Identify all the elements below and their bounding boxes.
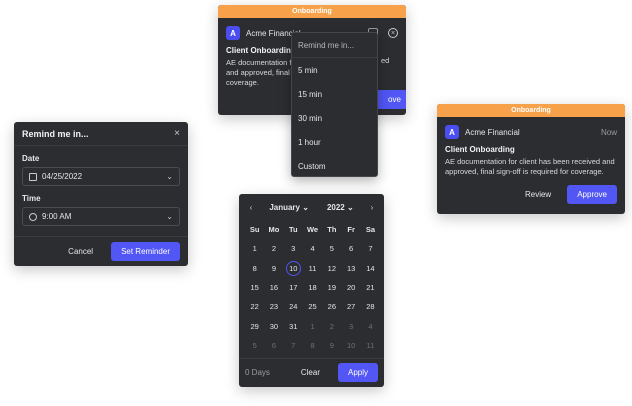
calendar-day[interactable]: 6 <box>341 239 360 258</box>
calendar-day[interactable]: 8 <box>245 259 264 278</box>
notification-header: Onboarding <box>218 5 406 18</box>
calendar-day[interactable]: 28 <box>361 297 380 316</box>
time-label: Time <box>22 194 41 203</box>
weekday-label: Mo <box>268 225 280 235</box>
apply-button[interactable]: Apply <box>337 363 378 383</box>
date-value: 04/25/2022 <box>42 172 83 181</box>
calendar-day[interactable]: 5 <box>322 239 341 258</box>
calendar-day[interactable]: 4 <box>303 239 322 258</box>
calendar-day[interactable]: 18 <box>303 278 322 297</box>
notification-title: Client Onboarding <box>445 145 515 154</box>
calendar-day[interactable]: 24 <box>284 297 303 316</box>
calendar-grid: Su Mo Tu We Th Fr Sa 1 2 3 4 5 6 7 8 9 10 11 12 13 14 15 16 17 1… <box>239 220 384 355</box>
calendar-day-today[interactable]: 10 <box>284 259 303 278</box>
calendar-day[interactable]: 27 <box>341 297 360 316</box>
approve-button[interactable]: Approve <box>567 185 617 204</box>
app-logo-icon: A <box>226 26 240 40</box>
remind-menu: Remind me in... 5 min 15 min 30 min 1 ho… <box>291 32 378 177</box>
calendar-day[interactable]: 30 <box>264 316 283 335</box>
calendar-day[interactable]: 12 <box>322 259 341 278</box>
menu-item-custom[interactable]: Custom <box>292 154 377 178</box>
menu-heading: Remind me in... <box>292 33 377 58</box>
calendar-day[interactable]: 9 <box>322 336 341 355</box>
weekday-label: Th <box>327 225 337 235</box>
calendar-day[interactable]: 25 <box>303 297 322 316</box>
calendar-day[interactable]: 22 <box>245 297 264 316</box>
calendar-day[interactable]: 1 <box>303 316 322 335</box>
calendar-day[interactable]: 9 <box>264 259 283 278</box>
dialog-title: Remind me in... <box>22 128 89 139</box>
date-label: Date <box>22 154 40 163</box>
calendar-day[interactable]: 15 <box>245 278 264 297</box>
calendar-day[interactable]: 4 <box>361 316 380 335</box>
calendar-day[interactable]: 1 <box>245 239 264 258</box>
days-count: 0 Days <box>245 368 270 378</box>
notification-text: AE documentation for client has been rec… <box>445 157 615 176</box>
menu-item-15min[interactable]: 15 min <box>292 82 377 106</box>
app-logo-icon: A <box>445 125 459 139</box>
chevron-down-icon: ⌄ <box>166 172 173 181</box>
menu-item-1hour[interactable]: 1 hour <box>292 130 377 154</box>
menu-item-30min[interactable]: 30 min <box>292 106 377 130</box>
calendar-day[interactable]: 19 <box>322 278 341 297</box>
calendar-day[interactable]: 16 <box>264 278 283 297</box>
clock-icon <box>29 212 37 221</box>
weekday-label: Sa <box>365 225 376 235</box>
close-icon[interactable]: × <box>388 28 398 38</box>
notification-right: Onboarding A Acme Financial Now Client O… <box>437 104 625 214</box>
calendar-day[interactable]: 17 <box>284 278 303 297</box>
timestamp: Now <box>600 127 617 137</box>
calendar-day[interactable]: 10 <box>341 336 360 355</box>
close-icon[interactable]: × <box>174 128 180 139</box>
cancel-button[interactable]: Cancel <box>62 243 99 260</box>
calendar-day[interactable]: 5 <box>245 336 264 355</box>
chevron-left-icon[interactable]: ‹ <box>245 203 257 212</box>
app-name: Acme Financial <box>465 127 520 137</box>
calendar-day[interactable]: 21 <box>361 278 380 297</box>
notification-header: Onboarding <box>437 104 625 117</box>
chevron-right-icon[interactable]: › <box>366 203 378 212</box>
time-value: 9:00 AM <box>42 212 72 221</box>
weekday-label: Tu <box>288 225 298 235</box>
calendar-day[interactable]: 31 <box>284 316 303 335</box>
calendar-icon <box>29 172 37 181</box>
weekday-label: We <box>306 225 319 235</box>
calendar-day[interactable]: 29 <box>245 316 264 335</box>
calendar-day[interactable]: 6 <box>264 336 283 355</box>
month-select[interactable]: January ⌄ <box>269 203 309 212</box>
calendar-day[interactable]: 7 <box>284 336 303 355</box>
calendar-picker: ‹ January ⌄ 2022 ⌄ › Su Mo Tu We Th Fr Sa 1 2 3 4 5… <box>239 194 384 387</box>
notification-text-fragment: ed <box>381 56 390 65</box>
calendar-day[interactable]: 3 <box>284 239 303 258</box>
calendar-day[interactable]: 20 <box>341 278 360 297</box>
year-select[interactable]: 2022 ⌄ <box>327 203 354 212</box>
calendar-day[interactable]: 13 <box>341 259 360 278</box>
remind-dialog: Remind me in... × Date 04/25/2022 ⌄ Time… <box>14 122 188 266</box>
approve-button[interactable]: ove <box>374 90 406 109</box>
review-button[interactable]: Review <box>519 186 557 203</box>
weekday-label: Fr <box>347 225 355 235</box>
calendar-day[interactable]: 11 <box>303 259 322 278</box>
calendar-day[interactable]: 11 <box>361 336 380 355</box>
calendar-day[interactable]: 8 <box>303 336 322 355</box>
date-field[interactable]: 04/25/2022 ⌄ <box>22 167 180 186</box>
time-field[interactable]: 9:00 AM ⌄ <box>22 207 180 226</box>
calendar-day[interactable]: 7 <box>361 239 380 258</box>
set-reminder-button[interactable]: Set Reminder <box>111 242 180 261</box>
calendar-day[interactable]: 23 <box>264 297 283 316</box>
calendar-day[interactable]: 26 <box>322 297 341 316</box>
chevron-down-icon: ⌄ <box>166 212 173 221</box>
calendar-day[interactable]: 14 <box>361 259 380 278</box>
menu-item-5min[interactable]: 5 min <box>292 58 377 82</box>
calendar-day[interactable]: 2 <box>264 239 283 258</box>
calendar-day[interactable]: 2 <box>322 316 341 335</box>
calendar-day[interactable]: 3 <box>341 316 360 335</box>
clear-button[interactable]: Clear <box>295 364 326 381</box>
weekday-label: Su <box>249 225 260 235</box>
